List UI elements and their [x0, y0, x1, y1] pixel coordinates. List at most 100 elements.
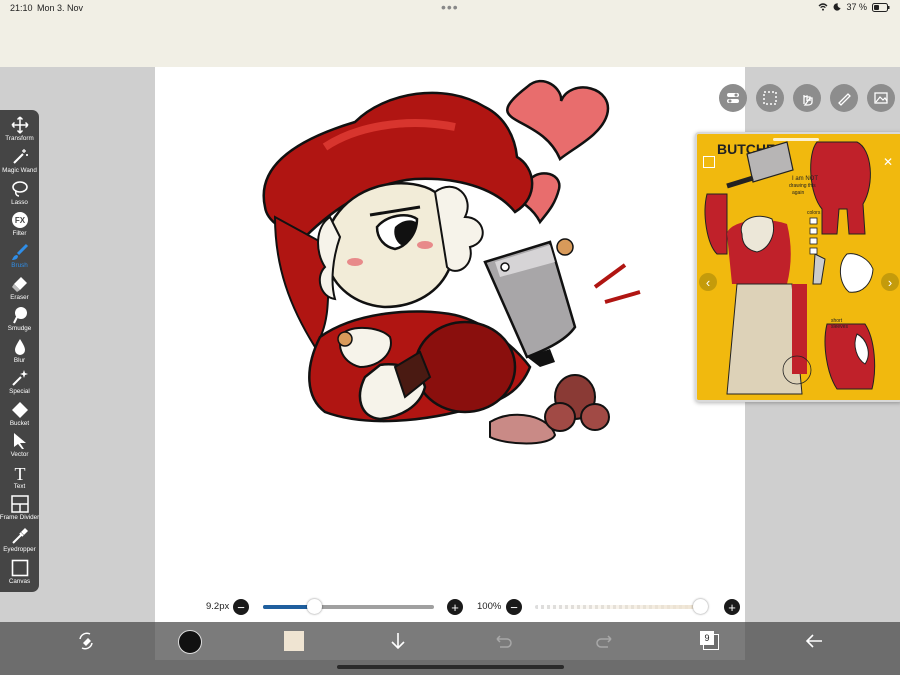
tool-bucket[interactable]: Bucket — [0, 401, 39, 432]
arrow-left-icon — [805, 634, 822, 648]
artwork — [262, 79, 641, 445]
multitasking-dots[interactable]: ••• — [441, 0, 459, 14]
ruler-button[interactable] — [830, 84, 858, 112]
brush-size-thumb[interactable] — [306, 599, 322, 614]
status-date: Mon 3. Nov — [37, 3, 84, 13]
back-button[interactable] — [804, 631, 824, 651]
tool-vector[interactable]: Vector — [0, 432, 39, 463]
battery-percent: 37 % — [846, 2, 867, 12]
opacity-label: 100% — [477, 601, 502, 612]
tool-label: Frame Divider — [0, 514, 40, 521]
tool-blur[interactable]: Blur — [0, 338, 39, 369]
bottom-bar-center — [155, 622, 745, 660]
selection-icon — [763, 91, 777, 105]
pen-ruler-icon — [838, 93, 851, 106]
image-icon — [874, 92, 888, 104]
brush-size-slider[interactable] — [263, 599, 434, 614]
selection-button[interactable] — [756, 84, 784, 112]
primary-color-swatch[interactable] — [178, 630, 202, 654]
tool-label: Brush — [11, 262, 28, 269]
tool-label: Smudge — [7, 325, 32, 332]
svg-text:colors: colors — [807, 210, 821, 216]
tool-special[interactable]: Special — [0, 369, 39, 400]
reference-image: BUTCHER I am NOT drawing this again colo… — [697, 134, 900, 400]
sparkle-wand-icon — [11, 370, 28, 386]
magic-wand-icon — [12, 149, 28, 164]
tool-filter[interactable]: FX Filter — [0, 211, 39, 242]
wifi-icon — [819, 3, 828, 11]
tool-eyedropper[interactable]: Eyedropper — [0, 527, 39, 558]
cursor-icon — [13, 433, 26, 449]
svg-text:T: T — [14, 464, 25, 482]
tool-brush[interactable]: Brush — [0, 243, 39, 274]
hand-icon — [803, 95, 813, 106]
tool-eraser[interactable]: Eraser — [0, 275, 39, 306]
tool-label: Special — [9, 388, 30, 395]
brush-size-increase-button[interactable]: + — [447, 599, 463, 615]
brush-icon — [11, 243, 28, 260]
home-indicator[interactable] — [337, 665, 564, 669]
tool-label: Lasso — [11, 199, 28, 206]
layers-count: 9 — [700, 631, 714, 645]
tool-transform[interactable]: Transform — [0, 116, 39, 147]
top-bar — [0, 18, 900, 68]
tool-canvas[interactable]: Canvas — [0, 559, 39, 590]
brush-size-decrease-button[interactable]: − — [233, 599, 249, 615]
tool-smudge[interactable]: Smudge — [0, 306, 39, 337]
tool-text[interactable]: T Text — [0, 464, 39, 495]
quick-menu-button[interactable] — [76, 631, 96, 651]
svg-text:drawing this: drawing this — [789, 183, 816, 189]
bucket-icon — [11, 402, 28, 418]
hand-tool-button[interactable] — [793, 84, 821, 112]
status-time: 21:10 — [10, 3, 33, 13]
undo-button[interactable] — [492, 631, 512, 651]
tool-label: Canvas — [8, 578, 31, 585]
tool-lasso[interactable]: Lasso — [0, 180, 39, 211]
eyedropper-icon — [11, 528, 28, 544]
image-button[interactable] — [867, 84, 895, 112]
reference-prev-button[interactable]: ‹ — [699, 273, 717, 291]
secondary-color-swatch[interactable] — [284, 631, 304, 651]
reference-close-button[interactable]: ✕ — [883, 156, 895, 168]
eraser-icon — [11, 277, 27, 292]
layers-button[interactable]: 9 — [700, 631, 720, 651]
fx-icon: FX — [11, 212, 28, 228]
redo-button[interactable] — [596, 631, 616, 651]
undo-icon — [496, 635, 512, 648]
opacity-slider[interactable] — [535, 599, 708, 614]
tool-label: Bucket — [9, 420, 30, 427]
tool-label: Text — [13, 483, 26, 490]
lasso-icon — [11, 181, 28, 197]
opacity-increase-button[interactable]: + — [724, 599, 740, 615]
tool-panel: Transform Magic Wand Lasso FX Filter Bru… — [0, 110, 39, 592]
moon-icon — [834, 3, 842, 11]
smudge-icon — [12, 307, 27, 324]
status-right: 37 % — [818, 2, 890, 12]
layer-toggle-button[interactable] — [719, 84, 747, 112]
svg-text:I am NOT: I am NOT — [792, 176, 818, 182]
drop-icon — [14, 339, 25, 355]
tool-label: Magic Wand — [2, 167, 37, 174]
reference-pin-icon[interactable] — [703, 156, 715, 168]
drawing-canvas[interactable] — [155, 67, 745, 622]
tool-magic-wand[interactable]: Magic Wand — [0, 148, 39, 179]
heart-big — [506, 79, 610, 162]
arrow-down-icon — [391, 633, 405, 650]
move-icon — [10, 116, 29, 134]
reference-next-button[interactable]: › — [881, 273, 899, 291]
svg-text:FX: FX — [14, 216, 25, 225]
reference-window[interactable]: BUTCHER I am NOT drawing this again colo… — [695, 132, 900, 402]
toggle-icon — [727, 93, 739, 103]
rotate-eraser-icon — [79, 632, 93, 650]
tool-label: Eyedropper — [3, 546, 36, 553]
opacity-thumb[interactable] — [693, 599, 708, 614]
tool-label: Blur — [13, 357, 26, 364]
brush-settings-bar: 9.2px − + 100% − + — [155, 596, 745, 618]
tool-frame-divider[interactable]: Frame Divider — [0, 495, 39, 526]
opacity-decrease-button[interactable]: − — [506, 599, 522, 615]
download-button[interactable] — [388, 631, 408, 651]
redo-icon — [596, 635, 612, 648]
opacity-fill — [535, 605, 708, 609]
svg-text:sleeves: sleeves — [831, 324, 848, 330]
tool-label: Filter — [12, 230, 27, 237]
